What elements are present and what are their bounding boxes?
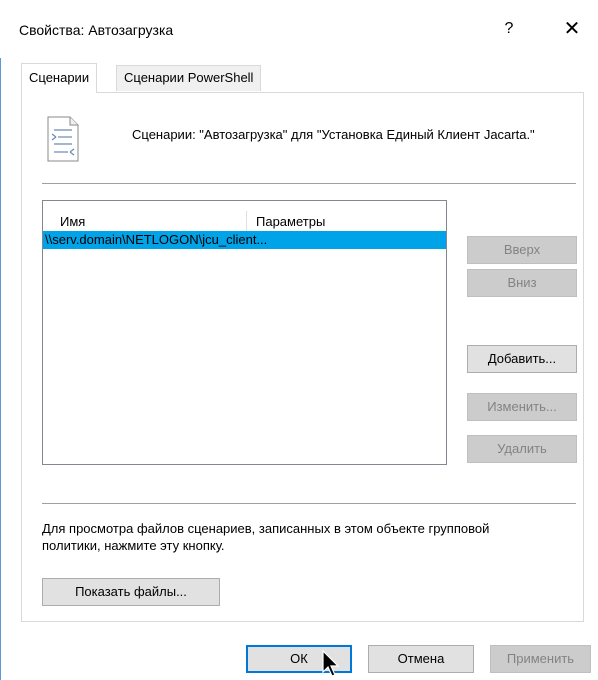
help-button[interactable]: ?	[493, 14, 525, 44]
window-title: Свойства: Автозагрузка	[19, 22, 174, 38]
close-button[interactable]: ✕	[556, 14, 588, 44]
tab-scenarios[interactable]: Сценарии	[21, 63, 98, 93]
title-bar: Свойства: Автозагрузка ? ✕	[0, 0, 598, 58]
separator-bottom	[42, 503, 576, 504]
window-edge	[0, 0, 1, 680]
separator-top	[42, 183, 576, 184]
apply-button[interactable]: Применить	[490, 645, 591, 673]
column-divider[interactable]	[246, 211, 247, 231]
column-header-params[interactable]: Параметры	[256, 214, 325, 229]
table-row[interactable]: \\serv.domain\NETLOGON\jcu_client...	[43, 231, 446, 249]
mouse-pointer-icon	[322, 650, 340, 677]
script-document-icon	[47, 116, 79, 162]
scripts-list[interactable]: Имя Параметры \\serv.domain\NETLOGON\jcu…	[42, 200, 447, 465]
scripts-description: Сценарии: "Автозагрузка" для "Установка …	[132, 127, 535, 142]
tab-powershell-scenarios[interactable]: Сценарии PowerShell	[116, 65, 262, 91]
properties-dialog: Свойства: Автозагрузка ? ✕ Сценарии Сцен…	[0, 0, 598, 680]
add-button[interactable]: Добавить...	[467, 345, 577, 373]
row-name-cell: \\serv.domain\NETLOGON\jcu_client...	[45, 232, 268, 247]
move-up-button[interactable]: Вверх	[467, 236, 577, 264]
remove-button[interactable]: Удалить	[467, 435, 577, 463]
edit-button[interactable]: Изменить...	[467, 393, 577, 421]
column-header-name[interactable]: Имя	[60, 214, 85, 229]
show-files-info: Для просмотра файлов сценариев, записанн…	[42, 521, 490, 553]
show-files-button[interactable]: Показать файлы...	[42, 578, 220, 606]
cancel-button[interactable]: Отмена	[368, 645, 474, 673]
move-down-button[interactable]: Вниз	[467, 269, 577, 297]
